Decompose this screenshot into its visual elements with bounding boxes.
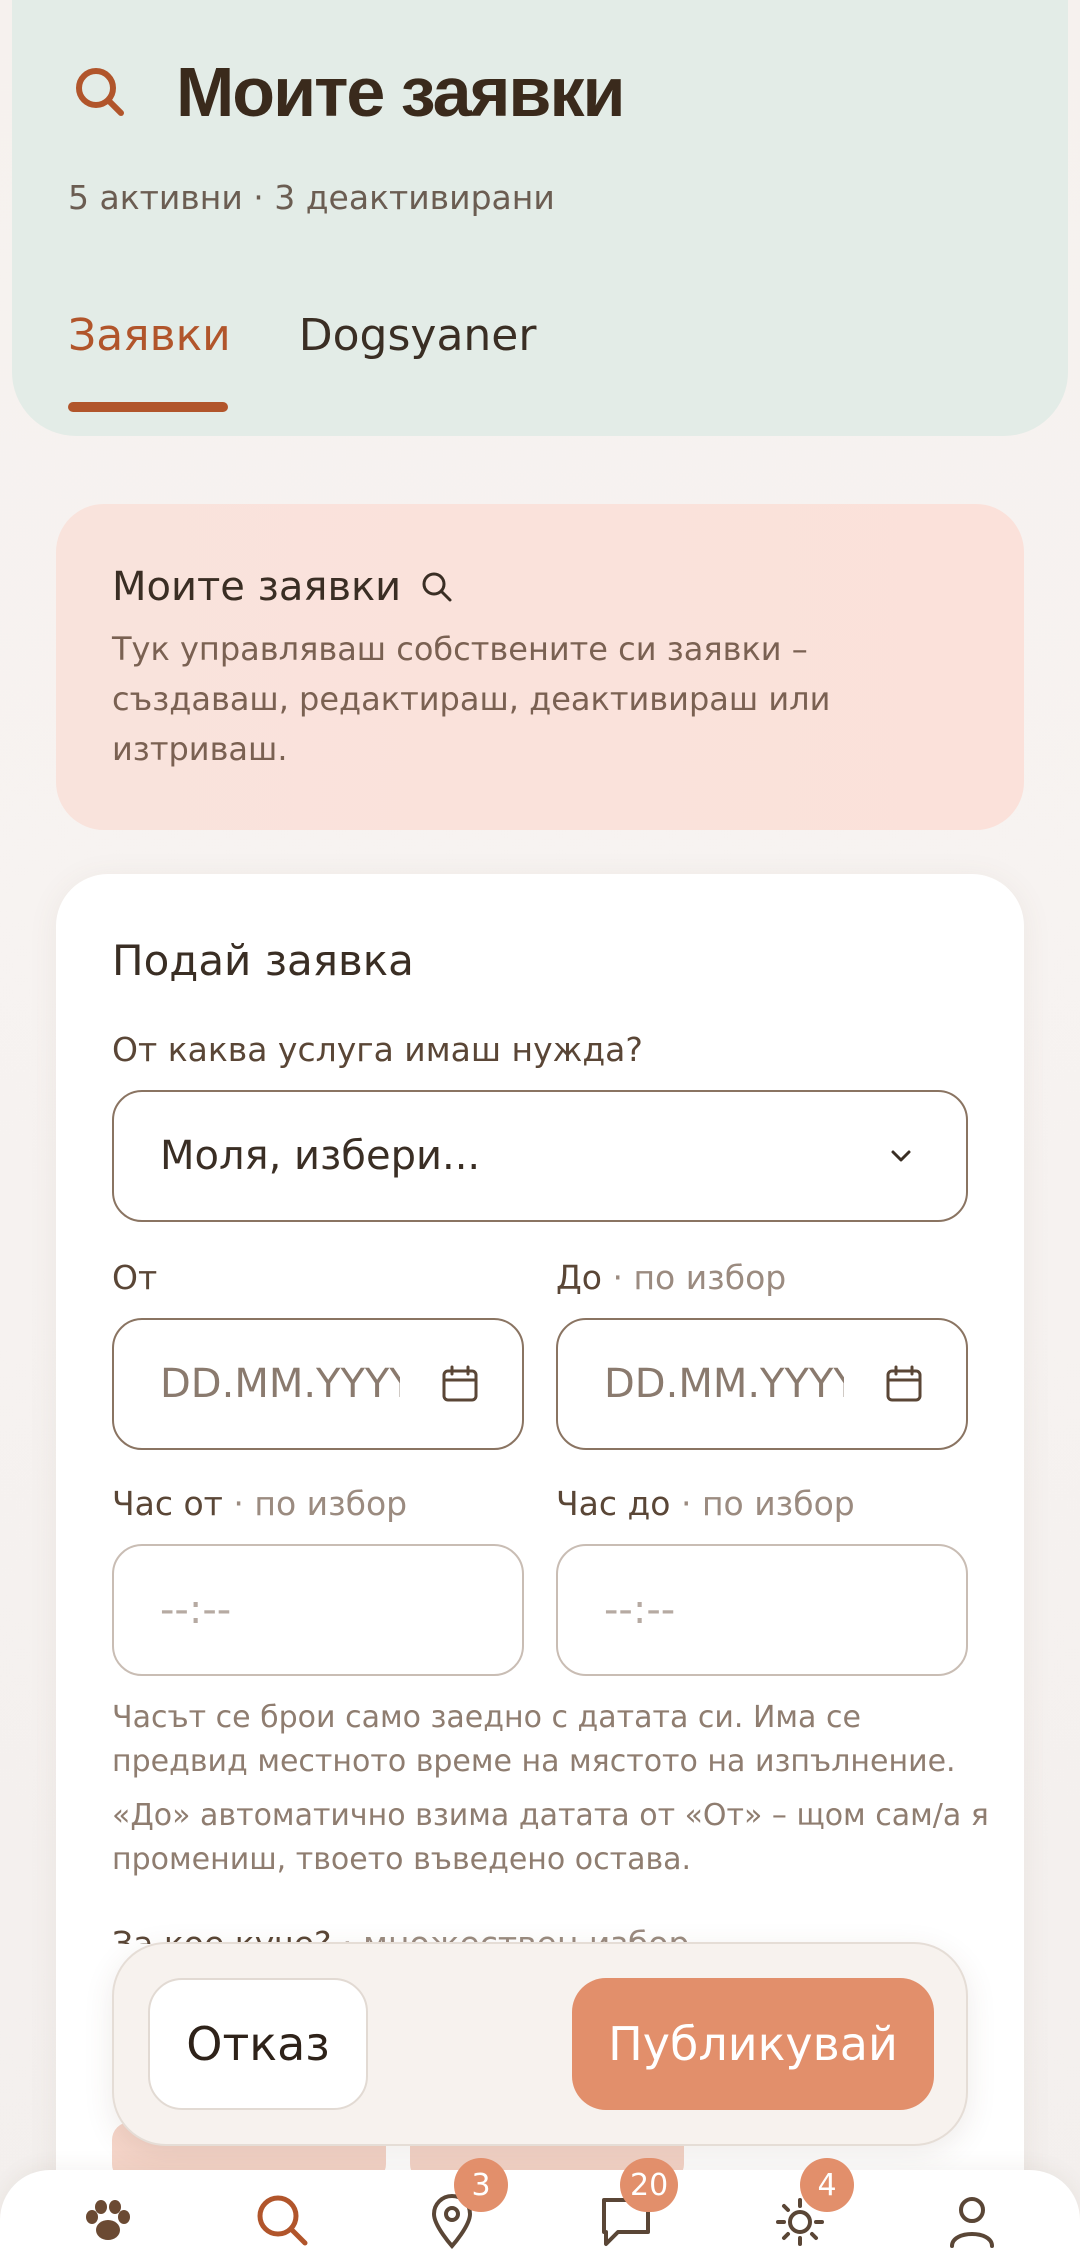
from-date-input[interactable]: DD.MM.YYYY — [112, 1318, 524, 1450]
dog-select-label-text: За кое куче? — [112, 1924, 332, 1944]
service-label: От каква услуга имаш нужда? — [112, 1030, 643, 1069]
service-select[interactable]: Моля, избери... — [112, 1090, 968, 1222]
nav-item-home[interactable] — [78, 2190, 138, 2250]
to-date-label-text: До — [556, 1258, 602, 1297]
service-select-value: Моля, избери... — [160, 1133, 481, 1179]
time-from-label: Час от · по избор — [112, 1484, 407, 1523]
search-icon — [422, 572, 452, 602]
page-title: Моите заявки — [176, 53, 626, 131]
chevron-down-icon — [891, 1150, 911, 1162]
active-tab-indicator — [68, 402, 228, 412]
search-icon — [257, 2195, 308, 2246]
action-bar: Отказ Публикувай — [112, 1942, 968, 2146]
tab-bar: Заявки Dogsyaner — [68, 310, 604, 361]
paw-icon — [86, 2200, 130, 2240]
search-icon — [76, 68, 124, 116]
date-help-text: «До» автоматично взима датата от «От» – … — [112, 1798, 989, 1877]
header-panel: Моите заявки 5 активни · 3 деактивирани … — [12, 0, 1068, 436]
info-title-row: Моите заявки — [112, 564, 968, 610]
info-card-title: Моите заявки — [112, 564, 402, 610]
cancel-button[interactable]: Отказ — [148, 1978, 368, 2110]
time-from-placeholder: --:-- — [160, 1587, 232, 1633]
time-to-input[interactable]: --:-- — [556, 1544, 968, 1676]
requests-count-subtitle: 5 активни · 3 деактивирани — [68, 178, 555, 217]
publish-button[interactable]: Публикувай — [572, 1978, 934, 2110]
nav-item-activity[interactable]: 4 — [770, 2158, 854, 2250]
to-date-label: До · по избор — [556, 1258, 786, 1297]
profile-icon — [950, 2197, 994, 2248]
optional-hint: · по избор — [612, 1258, 787, 1297]
nav-item-map[interactable]: 3 — [422, 2158, 508, 2250]
nav-item-messages[interactable]: 20 — [596, 2158, 679, 2250]
from-date-placeholder: DD.MM.YYYY — [160, 1361, 400, 1407]
map-badge: 3 — [454, 2158, 508, 2212]
from-date-label: От — [112, 1258, 158, 1297]
calendar-icon[interactable] — [884, 1364, 924, 1404]
tab-requests[interactable]: Заявки — [68, 310, 231, 361]
time-to-placeholder: --:-- — [604, 1587, 676, 1633]
optional-hint: · по избор — [233, 1484, 408, 1523]
bottom-nav: 3 20 4 — [0, 2158, 1080, 2268]
dog-select-label: За кое куче? · множествен избор — [112, 1920, 689, 1944]
time-from-label-text: Час от — [112, 1484, 223, 1523]
time-from-input[interactable]: --:-- — [112, 1544, 524, 1676]
time-to-label: Час до · по избор — [556, 1484, 855, 1523]
messages-badge: 20 — [620, 2158, 679, 2212]
header-title-row: Моите заявки — [68, 52, 626, 132]
optional-hint: · по избор — [681, 1484, 855, 1523]
info-card: Моите заявки Тук управляваш собствените … — [56, 504, 1024, 830]
calendar-icon[interactable] — [440, 1364, 480, 1404]
to-date-input[interactable]: DD.MM.YYYY — [556, 1318, 968, 1450]
multi-select-hint: · множествен избор — [342, 1924, 690, 1944]
to-date-placeholder: DD.MM.YYYY — [604, 1361, 844, 1407]
info-card-text: Тук управляваш собствените си заявки – с… — [112, 630, 831, 768]
time-help-text: Часът се брои само заедно с датата си. И… — [112, 1700, 956, 1779]
activity-badge: 4 — [800, 2158, 854, 2212]
nav-item-profile[interactable] — [942, 2190, 1002, 2250]
tab-dogsyaner[interactable]: Dogsyaner — [299, 310, 537, 361]
nav-item-search[interactable] — [252, 2190, 312, 2250]
form-title: Подай заявка — [112, 936, 414, 985]
time-to-label-text: Час до — [556, 1484, 671, 1523]
